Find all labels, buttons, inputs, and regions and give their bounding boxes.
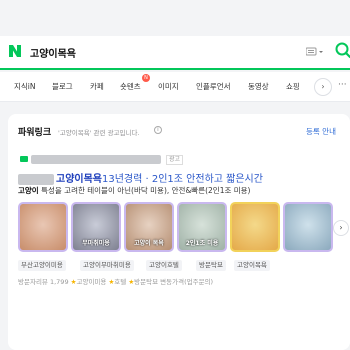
naver-logo-icon[interactable] [8,44,22,58]
tab-image[interactable]: 이미지 [158,80,179,94]
search-tabs: 지식iN 블로그 카페 숏텐츠 N 이미지 인플루언서 동영상 쇼핑 › ··· [0,72,350,102]
powerlink-subtitle: '고양이목욕' 관련 광고입니다. [58,129,140,137]
ad-register-link[interactable]: 등록 안내 [306,126,336,137]
new-badge: N [142,74,150,82]
ad-tag: 광고 [166,155,184,165]
ad-thumbnail[interactable]: 2인1조 미용 [177,202,227,252]
keyword-chip[interactable]: 고양이무마취미용 [80,260,134,271]
tab-cafe[interactable]: 카페 [90,80,104,94]
ad-desc-text: 특성을 고려한 테이블이 아닌(바닥 미용), 안전&빠른(2인1조 미용) [38,186,251,195]
info-icon[interactable]: i [154,126,162,134]
blurred-text [18,173,54,185]
tab-influencer[interactable]: 인플루언서 [196,80,231,94]
ad-description: 고양이 특성을 고려한 테이블이 아닌(바닥 미용), 안전&빠른(2인1조 미… [18,185,250,196]
powerlink-title: 파워링크 [18,128,52,138]
search-query-input[interactable]: 고양이목욕 [30,45,76,60]
keyword-chip[interactable]: 고양이호텔 [146,260,182,271]
ad-title-text: 13년경력 · 2인1조 안전하고 짧은시간 [102,174,263,185]
meta-item[interactable]: 호텔 [114,278,126,286]
powerlink-section: 파워링크 '고양이목욕' 관련 광고입니다. i 등록 안내 광고 고양이목욕1… [8,114,350,350]
ad-thumbnail[interactable]: 무마취미용 [71,202,121,252]
keyword-chip[interactable]: 방문탁묘 [196,260,226,271]
ad-desc-keyword: 고양이 [18,186,39,195]
more-icon[interactable]: ··· [338,80,347,90]
thumbnail-caption: 무마취미용 [82,240,110,247]
keyword-chip[interactable]: 고양이목욕 [234,260,270,271]
tab-blog[interactable]: 블로그 [52,80,73,94]
meta-item[interactable]: 방문탁묘 변동가격(업주문의) [134,278,213,286]
thumbnail-caption: 고양이 목욕 [134,240,164,247]
keyboard-icon[interactable] [306,47,324,57]
ad-thumbnail[interactable] [283,202,333,252]
tab-shopping[interactable]: 쇼핑 [286,80,300,94]
tab-kin[interactable]: 지식iN [14,80,36,94]
ad-url-blurred[interactable] [31,155,161,164]
meta-item[interactable]: 고양이미용 [76,278,106,286]
tab-shorts[interactable]: 숏텐츠 [120,80,141,94]
tab-video[interactable]: 동영상 [248,80,269,94]
ad-title-keyword: 고양이목욕 [56,174,102,185]
ad-thumbnail[interactable]: 고양이 목욕 [124,202,174,252]
search-icon[interactable] [334,41,350,59]
carousel-next-button[interactable]: › [333,220,349,236]
ad-thumbnail[interactable] [18,202,68,252]
ad-thumbnail[interactable] [230,202,280,252]
keyword-chip[interactable]: 부산고양이미용 [18,260,66,271]
ad-thumbnail-carousel: 무마취미용 고양이 목욕 2인1조 미용 [18,202,350,252]
ad-meta: 방문자리뷰 1,799 ★고양이미용 ★호텔 ★방문탁묘 변동가격(업주문의) [18,276,213,286]
visitor-review-count[interactable]: 방문자리뷰 1,799 [18,278,69,286]
page: 고양이목욕 지식iN 블로그 카페 숏텐츠 N 이미지 인플루언서 동영상 쇼핑… [0,0,350,350]
tabs-next-button[interactable]: › [314,78,332,96]
thumbnail-caption: 2인1조 미용 [185,240,219,247]
search-header: 고양이목욕 [0,36,350,70]
ad-title-link[interactable]: 고양이목욕13년경력 · 2인1조 안전하고 짧은시간 [18,170,263,185]
ad-site-icon [20,156,28,162]
